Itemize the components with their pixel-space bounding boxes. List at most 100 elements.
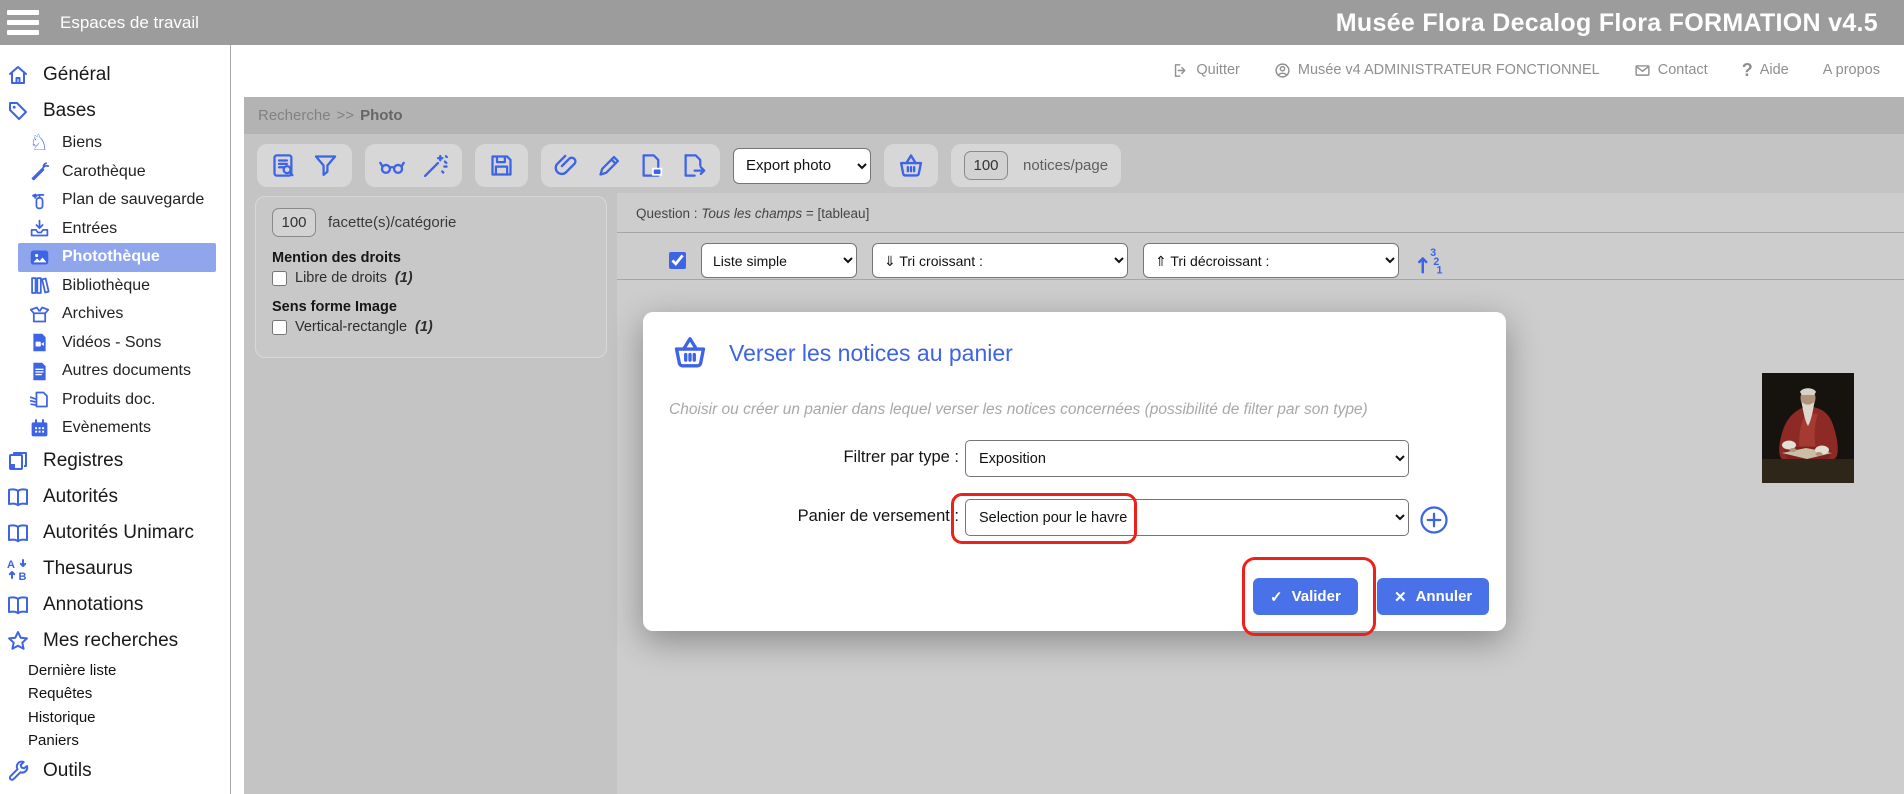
contact-link[interactable]: Contact (1634, 62, 1708, 79)
sidebar-item-archives[interactable]: Archives (0, 300, 230, 329)
question-field: Tous les champs (701, 206, 802, 221)
breadcrumb-page: Photo (360, 107, 403, 124)
breadcrumb: Recherche >> Photo (244, 97, 1904, 134)
sidebar-item-label: Général (43, 64, 111, 86)
sidebar-item-bases[interactable]: Bases (0, 93, 230, 129)
sidebar-item-bibliotheque[interactable]: Bibliothèque (0, 272, 230, 301)
glasses-icon[interactable] (378, 152, 406, 180)
facet-option-count: (1) (415, 319, 433, 335)
sidebar-item-autorites-unimarc[interactable]: Autorités Unimarc (0, 515, 230, 551)
sidebar-item-plan-de-sauvegarde[interactable]: Plan de sauvegarde (0, 186, 230, 215)
chess-knight-icon: ♘ (28, 132, 50, 154)
modal-subtitle: Choisir ou créer un panier dans lequel v… (669, 401, 1368, 419)
user-menu[interactable]: Musée v4 ADMINISTRATEUR FONCTIONNEL (1274, 62, 1600, 79)
sort-descending-select[interactable]: ⇑ Tri décroissant : (1143, 243, 1399, 278)
sidebar-item-autres-documents[interactable]: Autres documents (0, 357, 230, 386)
open-book-icon (5, 485, 31, 509)
toolbar-group-basket (884, 144, 938, 187)
cancel-button[interactable]: ✕ Annuler (1377, 578, 1489, 615)
sidebar-item-historique[interactable]: Historique (0, 706, 230, 730)
sidebar-item-derniere-liste[interactable]: Dernière liste (0, 659, 230, 683)
sidebar-item-biens[interactable]: ♘ Biens (0, 129, 230, 158)
user-label: Musée v4 ADMINISTRATEUR FONCTIONNEL (1298, 62, 1600, 78)
sidebar-item-label: Paniers (28, 732, 79, 749)
sort-numeric-icon[interactable]: 321 (1414, 246, 1444, 276)
books-icon (28, 275, 50, 296)
sidebar-item-entrees[interactable]: Entrées (0, 215, 230, 244)
calendar-icon (28, 418, 50, 439)
facet-option-label: Libre de droits (295, 270, 387, 286)
app-title: Musée Flora Decalog Flora FORMATION v4.5 (1336, 9, 1878, 38)
breadcrumb-separator: >> (337, 107, 355, 124)
basket-icon[interactable] (897, 152, 925, 180)
filter-type-select[interactable]: Exposition (965, 440, 1409, 477)
sidebar-item-carotheque[interactable]: Carothèque (0, 158, 230, 187)
sidebar-item-label: Bases (43, 100, 96, 122)
help-link[interactable]: ? Aide (1742, 60, 1789, 81)
magic-wand-icon[interactable] (421, 152, 449, 180)
sidebar-item-outils[interactable]: Outils (0, 753, 230, 789)
sidebar-item-phototheque[interactable]: Photothèque (18, 243, 216, 272)
notices-per-page-input[interactable] (964, 151, 1008, 180)
logout-icon (1172, 62, 1189, 79)
facet-checkbox[interactable] (272, 320, 287, 335)
sidebar-item-videos-sons[interactable]: Vidéos - Sons (0, 329, 230, 358)
facet-group-title: Mention des droits (272, 250, 590, 266)
facet-count-input[interactable] (272, 208, 316, 237)
facet-group-title: Sens forme Image (272, 299, 590, 315)
header-links-bar: Quitter Musée v4 ADMINISTRATEUR FONCTION… (231, 45, 1904, 95)
export-select[interactable]: Export photo (733, 148, 871, 184)
check-icon: ✓ (1270, 588, 1283, 606)
facet-option[interactable]: Vertical-rectangle (1) (272, 319, 590, 335)
sidebar-item-paniers[interactable]: Paniers (0, 729, 230, 753)
sort-ascending-select[interactable]: ⇓ Tri croissant : (872, 243, 1128, 278)
modal-title: Verser les notices au panier (729, 340, 1013, 367)
paperclip-icon[interactable] (554, 152, 581, 179)
record-thumbnail[interactable] (1762, 373, 1854, 483)
registers-icon (5, 449, 31, 473)
export-document-icon[interactable] (680, 152, 707, 179)
facet-checkbox[interactable] (272, 271, 287, 286)
filter-icon[interactable] (312, 152, 339, 179)
pencil-icon[interactable] (596, 152, 623, 179)
sidebar-item-evenements[interactable]: Evènements (0, 414, 230, 443)
question-prefix: Question : (636, 206, 698, 221)
sidebar-item-label: Photothèque (62, 248, 160, 266)
facet-group: Mention des droits Libre de droits (1) (272, 250, 590, 286)
display-mode-select[interactable]: Liste simple (701, 243, 857, 278)
sidebar-item-label: Dernière liste (28, 662, 116, 679)
fire-extinguisher-icon (28, 190, 50, 211)
sidebar-item-registres[interactable]: Registres (0, 443, 230, 479)
sidebar-item-label: Thesaurus (43, 558, 133, 580)
video-file-icon (28, 332, 50, 353)
cross-icon: ✕ (1394, 588, 1407, 606)
validate-button[interactable]: ✓ Valider (1253, 578, 1358, 615)
sidebar-item-requetes[interactable]: Requêtes (0, 682, 230, 706)
sidebar-item-autorites[interactable]: Autorités (0, 479, 230, 515)
about-link[interactable]: A propos (1823, 62, 1880, 78)
basket-target-select[interactable]: Selection pour le havre (965, 499, 1409, 536)
toolbar-group-save (475, 144, 528, 187)
sidebar-item-annotations[interactable]: Annotations (0, 587, 230, 623)
question-value: = [tableau] (806, 206, 869, 221)
breadcrumb-section: Recherche (258, 107, 331, 124)
sidebar-item-produits-doc[interactable]: Produits doc. (0, 386, 230, 415)
print-document-icon[interactable] (638, 152, 665, 179)
select-all-checkbox[interactable] (669, 252, 686, 269)
add-basket-button[interactable] (1419, 505, 1449, 535)
toolbar-group-search (257, 144, 352, 187)
sidebar-item-general[interactable]: Général (0, 57, 230, 93)
hamburger-menu-icon[interactable] (0, 0, 46, 45)
facet-option[interactable]: Libre de droits (1) (272, 270, 590, 286)
sidebar-item-thesaurus[interactable]: AB Thesaurus (0, 551, 230, 587)
quit-link[interactable]: Quitter (1172, 62, 1240, 79)
sidebar-item-label: Historique (28, 709, 96, 726)
sidebar: Général Bases ♘ Biens Carothèque Plan de… (0, 45, 231, 794)
sidebar-item-mes-recherches[interactable]: Mes recherches (0, 623, 230, 659)
save-icon[interactable] (488, 152, 515, 179)
document-lines-icon (28, 389, 50, 410)
document-icon (28, 361, 50, 382)
list-search-icon[interactable] (270, 152, 297, 179)
divider (617, 279, 1904, 280)
sidebar-item-label: Autorités Unimarc (43, 522, 194, 544)
